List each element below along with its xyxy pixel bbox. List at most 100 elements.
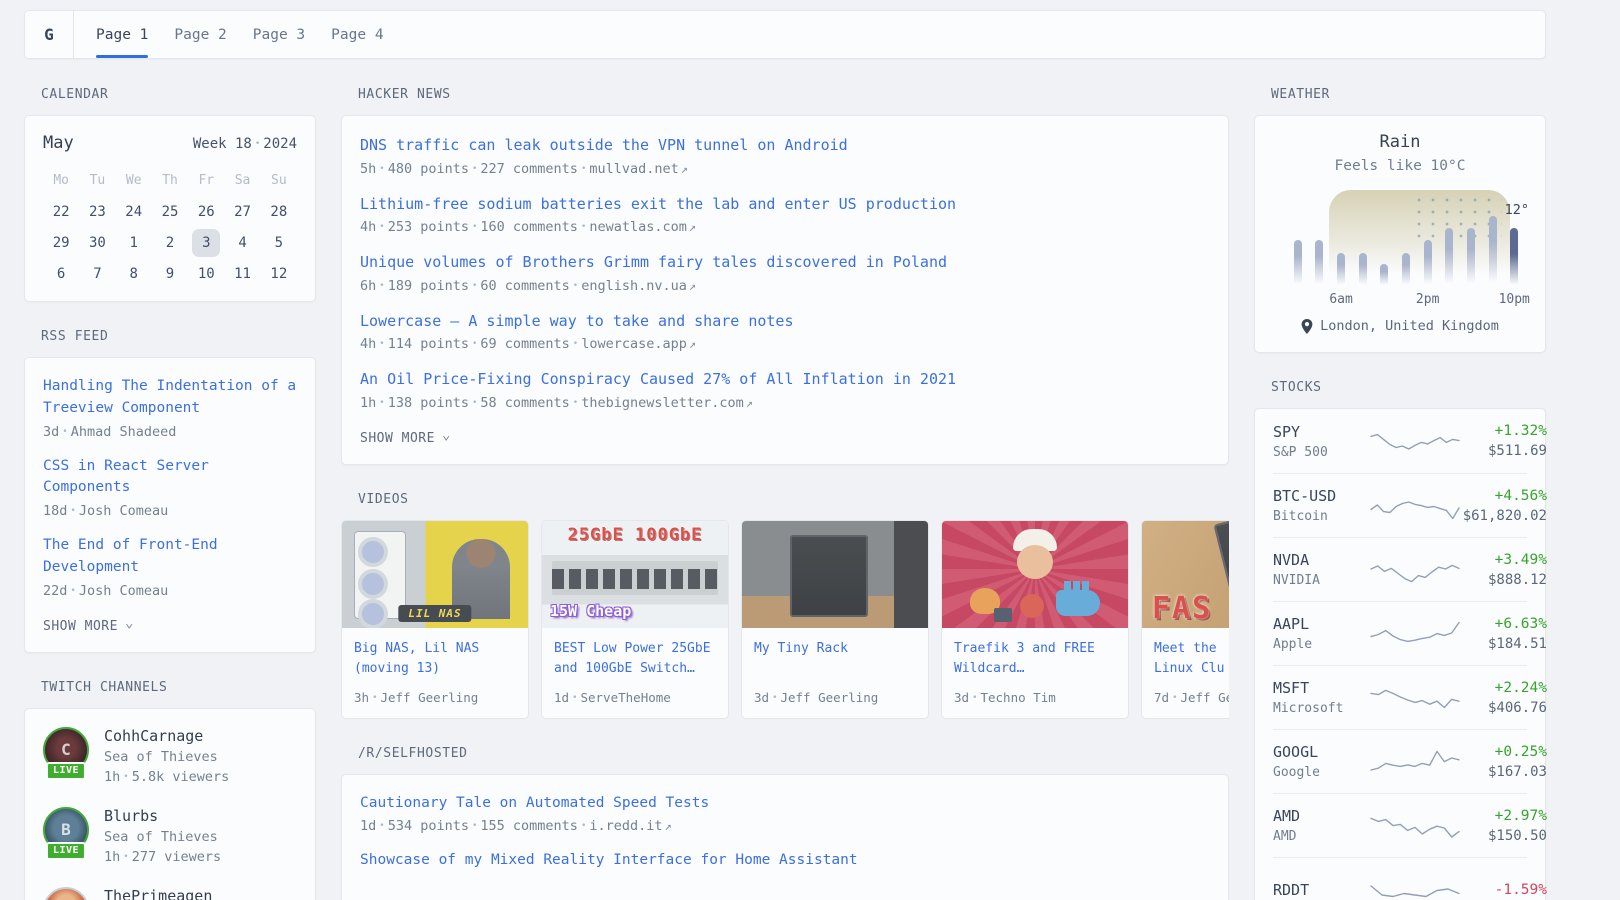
item-meta: 6h•189 points•60 comments•english.nv.ua↗ [360, 278, 1210, 294]
twitch-channel-name[interactable]: Blurbs [104, 807, 221, 825]
calendar-weekday: Su [261, 165, 297, 196]
show-more-button[interactable]: SHOW MORE⌄ [43, 619, 297, 634]
weather-hourly-chart: 6am2pm10pm 12° [1287, 190, 1525, 286]
video-card[interactable]: FASMeet theLinux Clu7d•Jeff Geerling [1141, 520, 1229, 719]
news-item: Showcase of my Mixed Reality Interface f… [360, 850, 1210, 872]
tab-page-4[interactable]: Page 4 [331, 11, 383, 58]
weather-bar [1467, 228, 1475, 286]
calendar-day: 3 [188, 227, 224, 258]
news-item-title[interactable]: An Oil Price-Fixing Conspiracy Caused 27… [360, 368, 1210, 391]
news-item-title[interactable]: Cautionary Tale on Automated Speed Tests [360, 793, 1210, 815]
dot-separator: • [469, 339, 480, 349]
top-nav: G Page 1 Page 2 Page 3 Page 4 [24, 10, 1546, 59]
video-card[interactable]: 25GbE 100GbE15W Cheap BEST Low Power 25Gb… [541, 520, 729, 719]
rss-item: CSS in React Server Components18d•Josh C… [43, 456, 297, 520]
stock-change: +6.63% [1461, 616, 1547, 632]
lock-art [994, 608, 1012, 622]
stock-name: Google [1273, 765, 1369, 780]
weather-bar [1424, 240, 1432, 286]
calendar-day: 9 [152, 258, 188, 289]
tab-page-1[interactable]: Page 1 [96, 11, 148, 58]
rss-item: The End of Front-End Development22d•Josh… [43, 535, 297, 599]
twitch-channel-name[interactable]: CohhCarnage [104, 727, 229, 745]
weather-axis-label: 6am [1329, 292, 1352, 307]
video-title[interactable]: Meet theLinux Clu [1154, 639, 1229, 681]
news-item: An Oil Price-Fixing Conspiracy Caused 27… [360, 368, 1210, 411]
calendar-weekday: We [116, 165, 152, 196]
stock-ticker: MSFT [1273, 679, 1369, 697]
news-item-title[interactable]: Lowercase – A simple way to take and sha… [360, 310, 1210, 333]
video-card[interactable]: Traefik 3 and FREEWildcard…3d•Techno Tim [941, 520, 1129, 719]
video-thumbnail[interactable]: FAS [1142, 521, 1229, 628]
news-item-title[interactable]: Unique volumes of Brothers Grimm fairy t… [360, 251, 1210, 274]
calendar-widget: May Week 18•2024 MoTuWeThFrSaSu222324252… [24, 115, 316, 302]
rss-item-title[interactable]: CSS in React Server Components [43, 456, 297, 500]
calendar-day: 7 [79, 258, 115, 289]
videos-section: VIDEOS LIL NASBig NAS, Lil NAS(moving 13… [341, 492, 1229, 719]
tab-page-2[interactable]: Page 2 [174, 11, 226, 58]
app-logo: G [25, 11, 74, 58]
stock-price: $406.76 [1461, 700, 1547, 716]
weather-bar [1402, 253, 1410, 286]
stock-row: AAPLApple+6.63%$184.51 [1273, 601, 1527, 665]
dot-separator: • [469, 281, 480, 291]
video-thumbnail[interactable]: LIL NAS [342, 521, 528, 628]
stock-name: Microsoft [1273, 701, 1369, 716]
external-link-icon: ↗ [681, 162, 688, 176]
stock-id: BTC-USDBitcoin [1273, 487, 1369, 524]
weather-bar-slot [1482, 190, 1504, 286]
calendar-week-year: Week 18•2024 [193, 136, 297, 152]
stock-ticker: RDDT [1273, 881, 1369, 899]
dot-separator: • [376, 339, 387, 349]
video-thumbnail[interactable]: 25GbE 100GbE15W Cheap [542, 521, 728, 628]
twitch-avatar[interactable] [43, 887, 89, 900]
video-thumbnail[interactable] [942, 521, 1128, 628]
calendar-day: 2 [152, 227, 188, 258]
show-more-button[interactable]: SHOW MORE⌄ [360, 431, 1210, 446]
twitch-channel-row: BLIVEBlurbsSea of Thieves1h•277 viewers [43, 807, 297, 865]
dot-separator: • [67, 586, 78, 596]
news-item-title[interactable]: DNS traffic can leak outside the VPN tun… [360, 134, 1210, 157]
stock-ticker: AMD [1273, 807, 1369, 825]
video-title[interactable]: BEST Low Power 25GbEand 100GbE Switch… [554, 639, 716, 681]
stock-price: $167.03 [1461, 764, 1547, 780]
weather-bar [1359, 253, 1367, 286]
video-card[interactable]: LIL NASBig NAS, Lil NAS(moving 13)3h•Jef… [341, 520, 529, 719]
video-thumbnail[interactable] [742, 521, 928, 628]
news-item-title[interactable]: Lithium-free sodium batteries exit the l… [360, 193, 1210, 216]
stock-change: -1.59% [1461, 882, 1547, 898]
rss-item: Handling The Indentation of a Treeview C… [43, 376, 297, 440]
tab-page-3[interactable]: Page 3 [253, 11, 305, 58]
rss-item-title[interactable]: Handling The Indentation of a Treeview C… [43, 376, 297, 420]
weather-bars: 6am2pm10pm [1287, 190, 1525, 286]
dot-separator: • [469, 222, 480, 232]
calendar-day: 1 [116, 227, 152, 258]
calendar-weekday: Fr [188, 165, 224, 196]
dot-separator: • [376, 281, 387, 291]
stock-name: Bitcoin [1273, 509, 1369, 524]
news-item-title[interactable]: Showcase of my Mixed Reality Interface f… [360, 850, 1210, 872]
stock-sparkline [1369, 807, 1461, 845]
twitch-avatar-wrap: BLIVE [43, 807, 89, 853]
live-badge: LIVE [46, 762, 86, 780]
dot-separator: • [376, 164, 387, 174]
video-title[interactable]: My Tiny Rack [754, 639, 916, 681]
dot-separator: • [570, 398, 581, 408]
twitch-channel-name[interactable]: ThePrimeagen [104, 887, 212, 900]
calendar-day: 27 [224, 196, 260, 227]
stock-row: GOOGLGoogle+0.25%$167.03 [1273, 729, 1527, 793]
twitch-channel-viewers: 1h•277 viewers [104, 849, 221, 865]
stock-name: S&P 500 [1273, 445, 1369, 460]
stock-values: +3.49%$888.12 [1461, 552, 1547, 588]
video-card[interactable]: My Tiny Rack3d•Jeff Geerling [741, 520, 929, 719]
news-item: DNS traffic can leak outside the VPN tun… [360, 134, 1210, 177]
item-meta: 4h•253 points•160 comments•newatlas.com↗ [360, 219, 1210, 235]
video-title[interactable]: Traefik 3 and FREEWildcard… [954, 639, 1116, 681]
calendar-weekday: Mo [43, 165, 79, 196]
external-link-icon: ↗ [689, 279, 696, 293]
dot-separator: • [969, 693, 980, 703]
calendar-day: 5 [261, 227, 297, 258]
video-title[interactable]: Big NAS, Lil NAS(moving 13) [354, 639, 516, 681]
rss-item-title[interactable]: The End of Front-End Development [43, 535, 297, 579]
dot-separator: • [469, 398, 480, 408]
